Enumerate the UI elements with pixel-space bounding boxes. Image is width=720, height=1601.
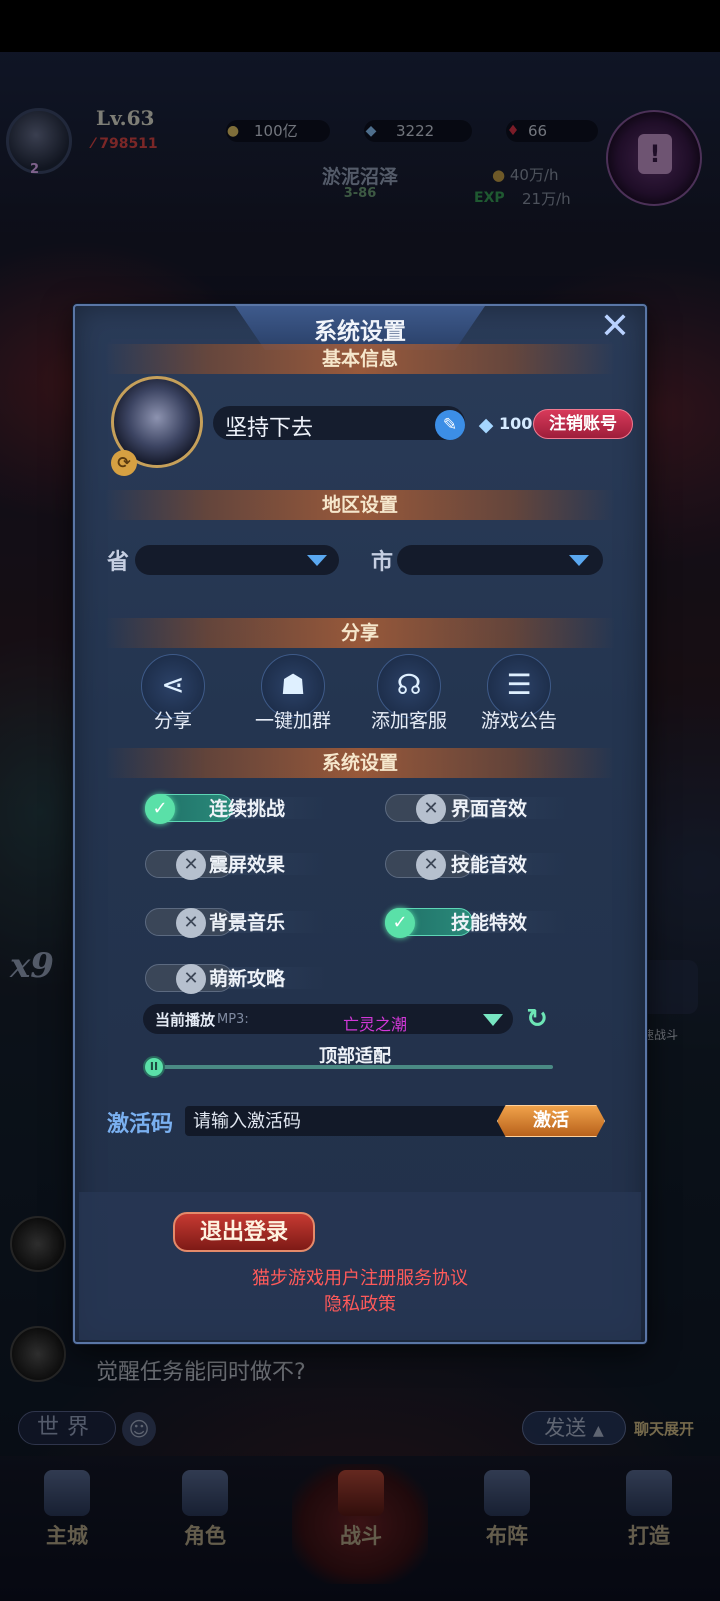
chevron-down-icon	[307, 555, 327, 566]
settings-dialog: 系统设置 ✕ 基本信息 ⟳ 坚持下去 ✎ ◆ 100 注销账号 地区设置 省 市…	[73, 304, 647, 1344]
toggle-label: 背景音乐	[209, 912, 286, 934]
toggle-label: 萌新攻略	[209, 968, 286, 990]
dialog-title: 系统设置	[314, 318, 406, 345]
toggle-label: 技能音效	[451, 854, 528, 876]
customer-service-label: 添加客服	[370, 710, 447, 732]
chevron-down-icon	[569, 555, 589, 566]
x-icon: ✕	[416, 850, 446, 880]
x-icon: ✕	[176, 964, 206, 994]
chevron-down-icon	[483, 1014, 503, 1026]
toggle-label: 技能特效	[451, 912, 528, 934]
cancel-account-button[interactable]: 注销账号	[533, 409, 633, 439]
user-agreement-link[interactable]: 猫步游戏用户注册服务协议	[175, 1264, 545, 1290]
rename-cost: 100	[499, 414, 533, 433]
diamond-icon: ◆	[478, 414, 494, 436]
share-label: 分享	[153, 710, 192, 732]
edit-pencil-icon[interactable]: ✎	[435, 410, 465, 440]
section-region: 地区设置	[105, 490, 615, 520]
x-icon: ✕	[416, 794, 446, 824]
close-icon: ✕	[599, 306, 631, 347]
section-system: 系统设置	[105, 748, 615, 778]
refresh-icon[interactable]: ↻	[523, 1006, 551, 1034]
check-icon: ✓	[145, 794, 175, 824]
top-fit-slider[interactable]	[153, 1065, 553, 1069]
activation-code-input[interactable]	[185, 1106, 505, 1136]
province-label: 省	[107, 549, 130, 575]
x-icon: ✕	[176, 908, 206, 938]
privacy-policy-link[interactable]: 隐私政策	[175, 1290, 545, 1316]
top-fit-slider-thumb[interactable]: II	[143, 1056, 165, 1078]
now-playing-label: 当前播放	[155, 1011, 216, 1029]
nickname-text: 坚持下去	[225, 416, 314, 441]
join-group-label: 一键加群	[254, 710, 331, 732]
toggle-label: 界面音效	[451, 798, 528, 820]
section-basic-info: 基本信息	[105, 344, 615, 374]
status-bar	[0, 0, 720, 52]
close-button[interactable]: ✕	[597, 309, 633, 346]
city-label: 市	[371, 549, 394, 575]
toggle-label: 连续挑战	[209, 798, 286, 820]
music-track-name: 亡灵之潮	[342, 1015, 407, 1034]
activate-button[interactable]: 激活	[497, 1105, 605, 1137]
music-format: MP3:	[217, 1012, 249, 1027]
check-icon: ✓	[385, 908, 415, 938]
logout-button[interactable]: 退出登录	[173, 1212, 315, 1252]
section-share: 分享	[105, 618, 615, 648]
x-icon: ✕	[176, 850, 206, 880]
swap-avatar-icon[interactable]: ⟳	[111, 450, 137, 476]
announcement-label: 游戏公告	[480, 710, 557, 732]
activation-code-label: 激活码	[107, 1111, 174, 1137]
toggle-label: 震屏效果	[209, 854, 286, 876]
